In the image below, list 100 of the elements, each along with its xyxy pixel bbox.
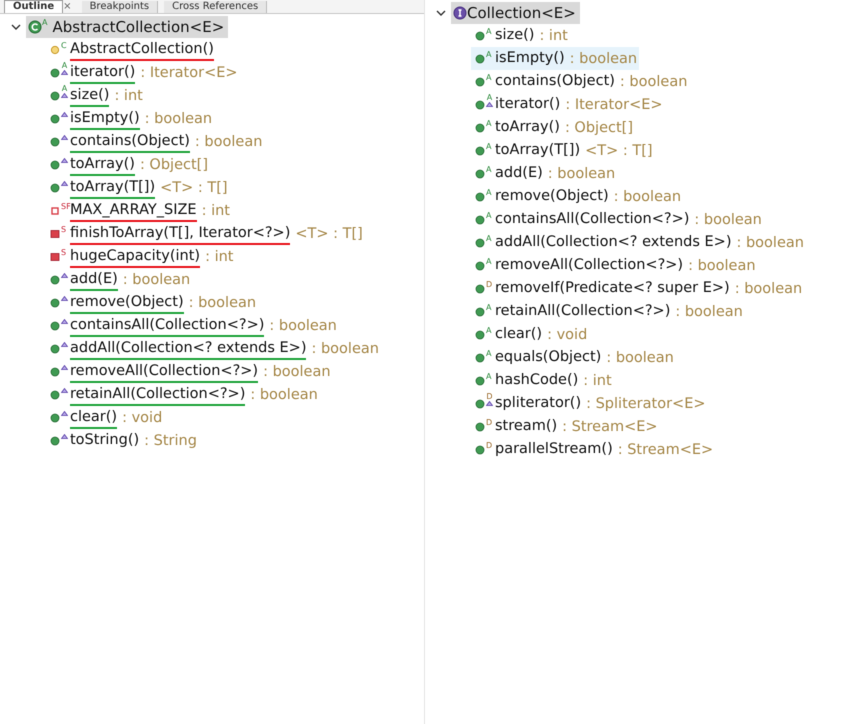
return-type: : boolean [194,134,262,150]
modifier-label: A [486,142,492,150]
return-type: : boolean [734,280,802,296]
return-type: : Stream<E> [618,442,714,458]
member-row[interactable]: retainAll(Collection<?>) : boolean [46,383,320,406]
modifier-label: A [486,304,492,312]
member-row[interactable]: A clear() : void [471,323,590,346]
member-signature: parallelStream() [495,440,613,459]
return-type: : void [122,410,162,426]
return-type: : int [205,248,234,264]
member-row[interactable]: A isEmpty() : boolean [471,47,640,70]
member-row[interactable]: contains(Object) : boolean [46,130,264,153]
return-type: : int [202,202,230,218]
member-row[interactable]: addAll(Collection<? extends E>) : boolean [46,337,381,360]
member-row[interactable]: A toArray(T[]) <T> : T[] [471,139,655,162]
return-type: : boolean [736,234,804,250]
member-signature: stream() [495,417,558,436]
return-type: : boolean [675,304,743,320]
member-row[interactable]: A size() : int [471,24,570,47]
member-signature: toArray(T[]) [495,141,580,160]
member-signature: AbstractCollection() [70,40,214,59]
member-signature: toArray(T[]) [70,178,156,197]
member-signature: containsAll(Collection<?>) [495,210,690,229]
view-tab[interactable]: Outline [4,0,64,13]
member-row[interactable]: toArray(T[]) <T> : T[] [46,176,230,199]
member-row[interactable]: S finishToArray(T[], Iterator<?>) <T> : T[] [46,222,365,245]
member-signature: size() [70,86,110,105]
member-row[interactable]: A removeAll(Collection<?>) : boolean [471,254,758,277]
member-row[interactable]: clear() : void [46,406,164,429]
return-type: : boolean [688,258,756,274]
modifier-label: A [42,18,48,27]
member-signature: removeAll(Collection<?>) [495,256,684,275]
member-row[interactable]: containsAll(Collection<?>) : boolean [46,314,339,337]
member-row[interactable]: A retainAll(Collection<?>) : boolean [471,300,745,323]
modifier-label: A [486,350,492,358]
member-row[interactable]: A contains(Object) : boolean [471,70,690,93]
member-row[interactable]: S hugeCapacity(int) : int [46,245,236,268]
modifier-label: A [486,94,492,102]
view-tab[interactable]: Cross References [164,0,268,12]
member-row[interactable]: A toArray() : Object[] [471,116,635,139]
tree-node[interactable]: Collection<E> [451,2,580,24]
member-row[interactable]: A addAll(Collection<? extends E>) : boolean [471,231,806,254]
member-signature: toArray() [495,118,560,137]
member-signature: finishToArray(T[], Iterator<?>) [70,224,290,243]
return-type: : boolean [620,74,688,90]
return-type: : int [583,372,612,388]
modifier-label: A [486,188,492,196]
member-row[interactable]: remove(Object) : boolean [46,291,258,314]
modifier-label: A [486,120,492,128]
member-row[interactable]: C AbstractCollection() [46,38,216,61]
member-row[interactable]: add(E) : boolean [46,268,192,291]
return-type: <T> : T[] [585,142,653,158]
member-signature: clear() [495,325,542,344]
return-type: : String [144,432,197,448]
modifier-label: A [62,62,68,70]
member-row[interactable]: toArray() : Object[] [46,153,210,176]
member-row[interactable]: removeAll(Collection<?>) : boolean [46,360,333,383]
return-type: : Object[] [140,156,208,172]
modifier-label: A [486,326,492,334]
interface-icon [453,6,467,20]
modifier-label: A [486,166,492,174]
close-icon[interactable]: × [63,0,72,12]
member-signature: hashCode() [495,371,578,390]
member-signature: iterator() [495,95,560,114]
class-icon [28,20,42,34]
member-row[interactable]: A remove(Object) : boolean [471,185,684,208]
return-type: : Stream<E> [562,418,658,434]
return-type: : boolean [263,364,331,380]
modifier-label: A [486,372,492,380]
return-type: : Object[] [564,120,633,136]
return-type: <T> : T[] [295,226,363,242]
member-row[interactable]: A hashCode() : int [471,369,614,392]
return-type: : boolean [570,50,638,66]
member-signature: contains(Object) [495,72,615,91]
member-signature: toArray() [70,155,135,174]
member-signature: contains(Object) [70,132,190,151]
member-row[interactable]: A equals(Object) : boolean [471,346,676,369]
class-name: AbstractCollection<E> [52,18,224,36]
modifier-label: D [486,280,492,288]
member-row[interactable]: toString() : String [46,429,199,452]
member-row[interactable]: A add(E) : boolean [471,162,618,185]
return-type: : boolean [606,350,674,366]
member-signature: isEmpty() [70,109,140,128]
view-tab[interactable]: Breakpoints [82,0,158,12]
member-signature: toString() [70,431,140,450]
tree-node[interactable]: A AbstractCollection<E> [26,16,228,38]
member-signature: add(E) [70,270,118,289]
member-signature: addAll(Collection<? extends E>) [70,339,306,358]
class-name: Collection<E> [467,4,576,22]
modifier-label: C [61,42,67,50]
return-type: : boolean [694,212,762,228]
member-row[interactable]: isEmpty() : boolean [46,107,214,130]
member-signature: hugeCapacity(int) [70,247,200,266]
member-signature: remove(Object) [70,293,184,312]
member-row[interactable]: A containsAll(Collection<?>) : boolean [471,208,764,231]
member-signature: retainAll(Collection<?>) [70,385,246,404]
return-type: : boolean [311,340,379,356]
return-type: : boolean [269,318,337,334]
modifier-label: S [61,226,66,234]
return-type: <T> : T[] [160,180,228,196]
